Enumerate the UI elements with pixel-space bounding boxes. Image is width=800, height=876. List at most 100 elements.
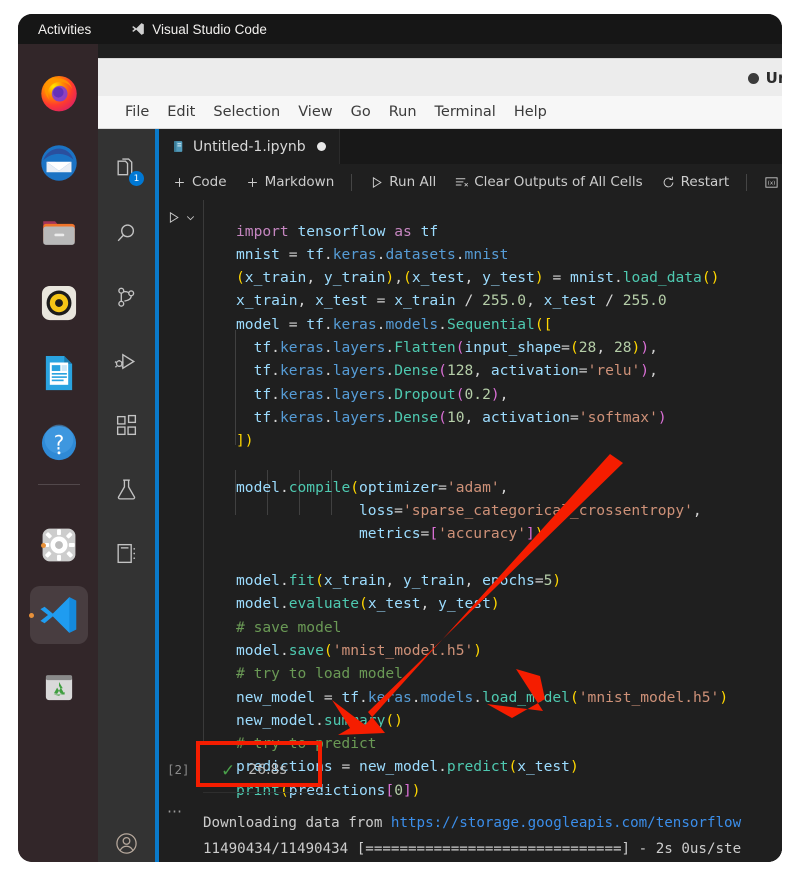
clear-outputs-label: Clear Outputs of All Cells (474, 174, 642, 190)
execution-time-label: 26.8s (248, 762, 286, 778)
chevron-down-icon (184, 211, 197, 224)
plus-icon (245, 175, 260, 190)
dock-item-trash[interactable] (36, 664, 82, 710)
add-code-cell-button[interactable]: Code (165, 170, 234, 194)
running-indicator-settings (41, 543, 46, 548)
add-markdown-cell-button[interactable]: Markdown (238, 170, 342, 194)
tab-label: Untitled-1.ipynb (193, 139, 306, 155)
output-line-2: 11490434/11490434 [=====================… (203, 841, 741, 857)
dock-item-firefox[interactable] (36, 70, 82, 116)
ubuntu-dock: ? (18, 44, 98, 862)
run-debug-icon (114, 349, 139, 374)
cell-output: ⋯ Downloading data from https://storage.… (159, 796, 782, 862)
sidebar-item-accounts[interactable] (98, 819, 155, 862)
svg-text:(x): (x) (768, 180, 776, 186)
notebook-icon (114, 541, 139, 566)
ubuntu-desktop: Activities Visual Studio Code (18, 14, 782, 862)
gnome-top-bar: Activities Visual Studio Code (18, 14, 782, 44)
sidebar-item-extensions[interactable] (98, 401, 155, 449)
tab-dirty-indicator[interactable] (317, 142, 326, 151)
variables-icon: (x) (764, 175, 779, 190)
output-line-1-prefix: Downloading data from (203, 815, 391, 831)
dock-item-files[interactable] (36, 210, 82, 256)
sidebar-item-search[interactable] (98, 209, 155, 257)
menu-help[interactable]: Help (505, 101, 556, 123)
menu-run[interactable]: Run (380, 101, 426, 123)
sidebar-item-jupyter[interactable] (98, 529, 155, 577)
restart-label: Restart (681, 174, 730, 190)
testing-flask-icon (114, 477, 139, 502)
writer-icon (38, 352, 80, 394)
run-cell-button[interactable] (166, 210, 197, 225)
files-icon (38, 212, 80, 254)
trash-icon (39, 667, 79, 707)
toolbar-separator (351, 174, 352, 191)
dock-item-help[interactable]: ? (36, 420, 82, 466)
output-more-actions-icon[interactable]: ⋯ (167, 802, 183, 820)
vscode-window: Untit File Edit Selection View Go Run Te… (98, 44, 782, 862)
restart-button[interactable]: Restart (654, 170, 737, 194)
tab-bar: Untitled-1.ipynb (159, 129, 782, 165)
window-title-bar: Untit (98, 58, 782, 97)
cell-source-code[interactable]: import tensorflow as tf mnist = tf.keras… (236, 220, 782, 802)
menu-file[interactable]: File (116, 101, 158, 123)
active-app-indicator[interactable]: Visual Studio Code (131, 22, 267, 37)
check-icon: ✓ (221, 762, 235, 779)
window-title-text: Untit (766, 69, 782, 87)
notebook-cell: import tensorflow as tf mnist = tf.keras… (159, 200, 782, 862)
run-all-label: Run All (389, 174, 436, 190)
clear-outputs-button[interactable]: Clear Outputs of All Cells (447, 170, 649, 194)
running-indicator-vscode (29, 613, 34, 618)
notebook-file-icon (172, 139, 185, 154)
menu-terminal[interactable]: Terminal (426, 101, 505, 123)
execution-time-badge[interactable]: ✓ 26.8s (203, 748, 330, 793)
cell-run-gutter (159, 200, 203, 745)
dock-item-rhythmbox[interactable] (36, 280, 82, 326)
dock-item-vscode[interactable] (30, 586, 88, 644)
menu-edit[interactable]: Edit (158, 101, 204, 123)
cell-execution-row: [2] ✓ 26.8s (159, 748, 782, 794)
dock-item-settings[interactable] (36, 522, 82, 568)
window-title: Untit (748, 69, 782, 87)
screenshot-root: Activities Visual Studio Code (0, 0, 800, 876)
menu-bar: File Edit Selection View Go Run Terminal… (98, 96, 782, 129)
sidebar-item-testing[interactable] (98, 465, 155, 513)
search-icon (114, 221, 139, 246)
plus-icon (172, 175, 187, 190)
tab-untitled-notebook[interactable]: Untitled-1.ipynb (159, 129, 340, 164)
active-app-label: Visual Studio Code (152, 22, 267, 37)
output-url[interactable]: https://storage.googleapis.com/tensorflo… (391, 815, 741, 831)
menu-selection[interactable]: Selection (204, 101, 289, 123)
toolbar-separator (746, 174, 747, 191)
variables-button[interactable]: (x) Vari (757, 170, 782, 194)
run-all-button[interactable]: Run All (362, 170, 443, 194)
clear-all-icon (454, 175, 469, 190)
sidebar-item-source-control[interactable] (98, 273, 155, 321)
add-code-cell-label: Code (192, 174, 227, 190)
activities-button[interactable]: Activities (38, 22, 91, 37)
code-editor[interactable]: import tensorflow as tf mnist = tf.keras… (203, 200, 782, 745)
execution-count: [2] (167, 762, 190, 777)
help-icon: ? (38, 422, 80, 464)
add-markdown-cell-label: Markdown (265, 174, 335, 190)
thunderbird-icon (38, 142, 80, 184)
dock-item-writer[interactable] (36, 350, 82, 396)
menu-view[interactable]: View (289, 101, 341, 123)
play-icon (369, 175, 384, 190)
dock-item-thunderbird[interactable] (36, 140, 82, 186)
explorer-badge: 1 (129, 171, 144, 186)
activity-bar: 1 (98, 129, 156, 862)
menu-go[interactable]: Go (342, 101, 380, 123)
unsaved-dot-icon (748, 73, 759, 84)
sidebar-item-run-debug[interactable] (98, 337, 155, 385)
source-control-icon (114, 285, 139, 310)
sidebar-item-explorer[interactable]: 1 (98, 145, 155, 193)
rhythmbox-icon (38, 282, 80, 324)
output-text: Downloading data from https://storage.go… (203, 810, 782, 862)
vscode-icon (131, 22, 145, 36)
editor-area: Untitled-1.ipynb Code Markdown (159, 129, 782, 862)
firefox-icon (38, 72, 80, 114)
restart-icon (661, 175, 676, 190)
play-icon (166, 210, 181, 225)
svg-text:?: ? (54, 432, 64, 455)
